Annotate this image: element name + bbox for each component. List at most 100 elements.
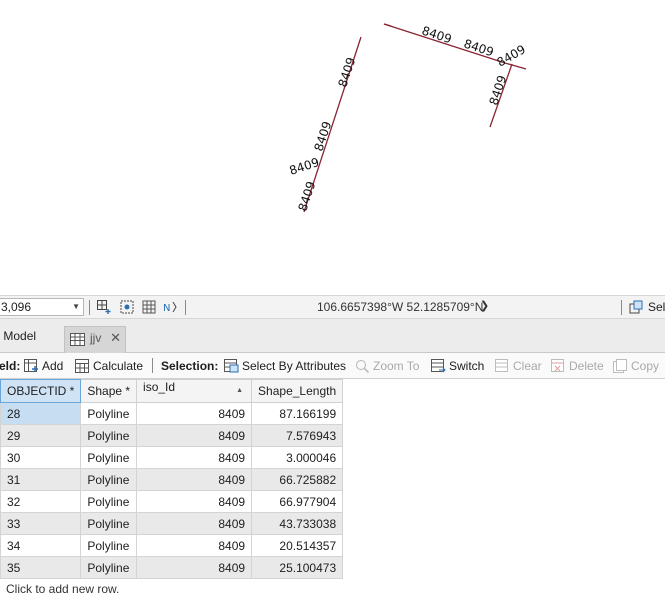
cell-iso-id[interactable]: 8409 (136, 446, 253, 469)
clear-label: Clear (513, 359, 542, 373)
add-field-button[interactable]: Add (24, 358, 63, 374)
cell-shape[interactable]: Polyline (80, 468, 138, 491)
cell-shape[interactable]: Polyline (80, 512, 138, 535)
close-icon[interactable]: ✕ (110, 327, 121, 349)
cell-shape[interactable]: Polyline (80, 402, 138, 425)
cell-iso-id[interactable]: 8409 (136, 424, 253, 447)
select-by-attributes-label: Select By Attributes (242, 359, 347, 373)
cell-objectid[interactable]: 31 (0, 468, 82, 491)
chevron-down-icon[interactable]: ❯ (480, 299, 489, 312)
map-status-bar: 3,096 ▼ N 106.6657398°W 52.1285709°N ❯ S… (0, 295, 665, 319)
clear-selection-icon (495, 359, 508, 372)
cell-iso-id[interactable]: 8409 (136, 534, 253, 557)
table-toolbar: eld: Add Calculate Selection: Select By … (0, 353, 665, 379)
pause-drawing-icon[interactable]: N (162, 299, 178, 315)
column-header-shape-length[interactable]: Shape_Length (251, 379, 344, 403)
cell-shape[interactable]: Polyline (80, 490, 138, 513)
table-row[interactable]: 30 Polyline 8409 3.000046 (0, 446, 344, 469)
fixed-scale-icon[interactable] (96, 299, 112, 315)
calculate-label: Calculate (93, 359, 144, 373)
add-field-icon (24, 359, 38, 372)
map-canvas[interactable]: 8409 8409 8409 8409 8409 8409 8409 8409 (0, 0, 665, 295)
separator (621, 300, 622, 315)
map-label: 8409 (296, 180, 319, 213)
cell-shape-length[interactable]: 7.576943 (251, 424, 344, 447)
cell-objectid[interactable]: 34 (0, 534, 82, 557)
scale-value: 3,096 (1, 300, 32, 314)
calculate-field-button[interactable]: Calculate (75, 358, 143, 374)
calculator-icon (75, 359, 89, 373)
tab-label: jjv (90, 331, 102, 345)
cell-objectid[interactable]: 33 (0, 512, 82, 535)
separator (152, 358, 153, 373)
cell-shape[interactable]: Polyline (80, 534, 138, 557)
table-icon (70, 333, 85, 346)
column-header-label: iso_Id (143, 380, 176, 394)
clear-selection-button[interactable]: Clear (495, 358, 542, 374)
delete-label: Delete (569, 359, 604, 373)
column-header-iso-id[interactable]: iso_Id ▲ (136, 379, 253, 403)
separator (89, 300, 90, 315)
view-tabs: · Model jjv ✕ (0, 319, 665, 353)
table-row[interactable]: 34 Polyline 8409 20.514357 (0, 534, 344, 557)
table-row[interactable]: 29 Polyline 8409 7.576943 (0, 424, 344, 447)
map-label: 8409 (312, 120, 335, 153)
tab-model[interactable]: · Model (0, 325, 56, 347)
selection-label: Selection: (161, 359, 219, 373)
cell-iso-id[interactable]: 8409 (136, 468, 253, 491)
cell-shape-length[interactable]: 87.166199 (251, 402, 344, 425)
switch-selection-icon (431, 359, 446, 373)
cell-shape[interactable]: Polyline (80, 556, 138, 579)
chevron-down-icon[interactable]: ▼ (72, 299, 80, 315)
add-new-row[interactable]: Click to add new row. (6, 582, 119, 596)
map-view[interactable]: 8409 8409 8409 8409 8409 8409 8409 8409 (0, 0, 665, 295)
zoom-to-icon (356, 360, 370, 373)
switch-label: Switch (449, 359, 485, 373)
cell-iso-id[interactable]: 8409 (136, 490, 253, 513)
delete-selection-button[interactable]: Delete (551, 358, 604, 374)
zoom-to-button[interactable]: Zoom To (355, 358, 419, 374)
copy-selection-button[interactable]: Copy (613, 358, 659, 374)
cell-objectid[interactable]: 29 (0, 424, 82, 447)
select-by-attributes-button[interactable]: Select By Attributes (224, 358, 346, 374)
cell-shape-length[interactable]: 20.514357 (251, 534, 344, 557)
cell-iso-id[interactable]: 8409 (136, 402, 253, 425)
cell-objectid[interactable]: 30 (0, 446, 82, 469)
table-row[interactable]: 28 Polyline 8409 87.166199 (0, 402, 344, 425)
column-header-objectid[interactable]: OBJECTID * (0, 379, 82, 403)
selection-count-icon[interactable] (628, 299, 644, 315)
cell-shape[interactable]: Polyline (80, 424, 138, 447)
table-row[interactable]: 35 Polyline 8409 25.100473 (0, 556, 344, 579)
tab-jjv[interactable]: jjv ✕ (64, 326, 126, 353)
column-header-shape[interactable]: Shape * (80, 379, 138, 403)
cell-objectid[interactable]: 35 (0, 556, 82, 579)
cell-shape-length[interactable]: 25.100473 (251, 556, 344, 579)
cell-iso-id[interactable]: 8409 (136, 512, 253, 535)
scale-dropdown[interactable]: 3,096 ▼ (0, 298, 84, 316)
add-field-label: Add (42, 359, 64, 373)
header-row: OBJECTID * Shape * iso_Id ▲ Shape_Length (0, 379, 344, 403)
svg-text:N: N (163, 303, 170, 314)
grid-icon[interactable] (141, 299, 157, 315)
switch-selection-button[interactable]: Switch (431, 358, 484, 374)
snapping-icon[interactable] (119, 299, 135, 315)
map-label: 8409 (336, 56, 359, 89)
cell-iso-id[interactable]: 8409 (136, 556, 253, 579)
table-row[interactable]: 32 Polyline 8409 66.977904 (0, 490, 344, 513)
cell-shape-length[interactable]: 66.725882 (251, 468, 344, 491)
selected-features-label[interactable]: Sele (648, 300, 665, 314)
cell-objectid[interactable]: 28 (0, 402, 82, 425)
table-row[interactable]: 31 Polyline 8409 66.725882 (0, 468, 344, 491)
cell-shape-length[interactable]: 3.000046 (251, 446, 344, 469)
cell-objectid[interactable]: 32 (0, 490, 82, 513)
copy-icon (613, 359, 627, 373)
sort-ascending-icon: ▲ (236, 387, 244, 394)
attribute-table: OBJECTID * Shape * iso_Id ▲ Shape_Length… (0, 379, 665, 596)
cell-shape-length[interactable]: 66.977904 (251, 490, 344, 513)
select-by-attributes-icon (224, 359, 239, 373)
cell-shape[interactable]: Polyline (80, 446, 138, 469)
copy-label: Copy (631, 359, 660, 373)
zoom-to-label: Zoom To (373, 359, 420, 373)
cell-shape-length[interactable]: 43.733038 (251, 512, 344, 535)
table-row[interactable]: 33 Polyline 8409 43.733038 (0, 512, 344, 535)
